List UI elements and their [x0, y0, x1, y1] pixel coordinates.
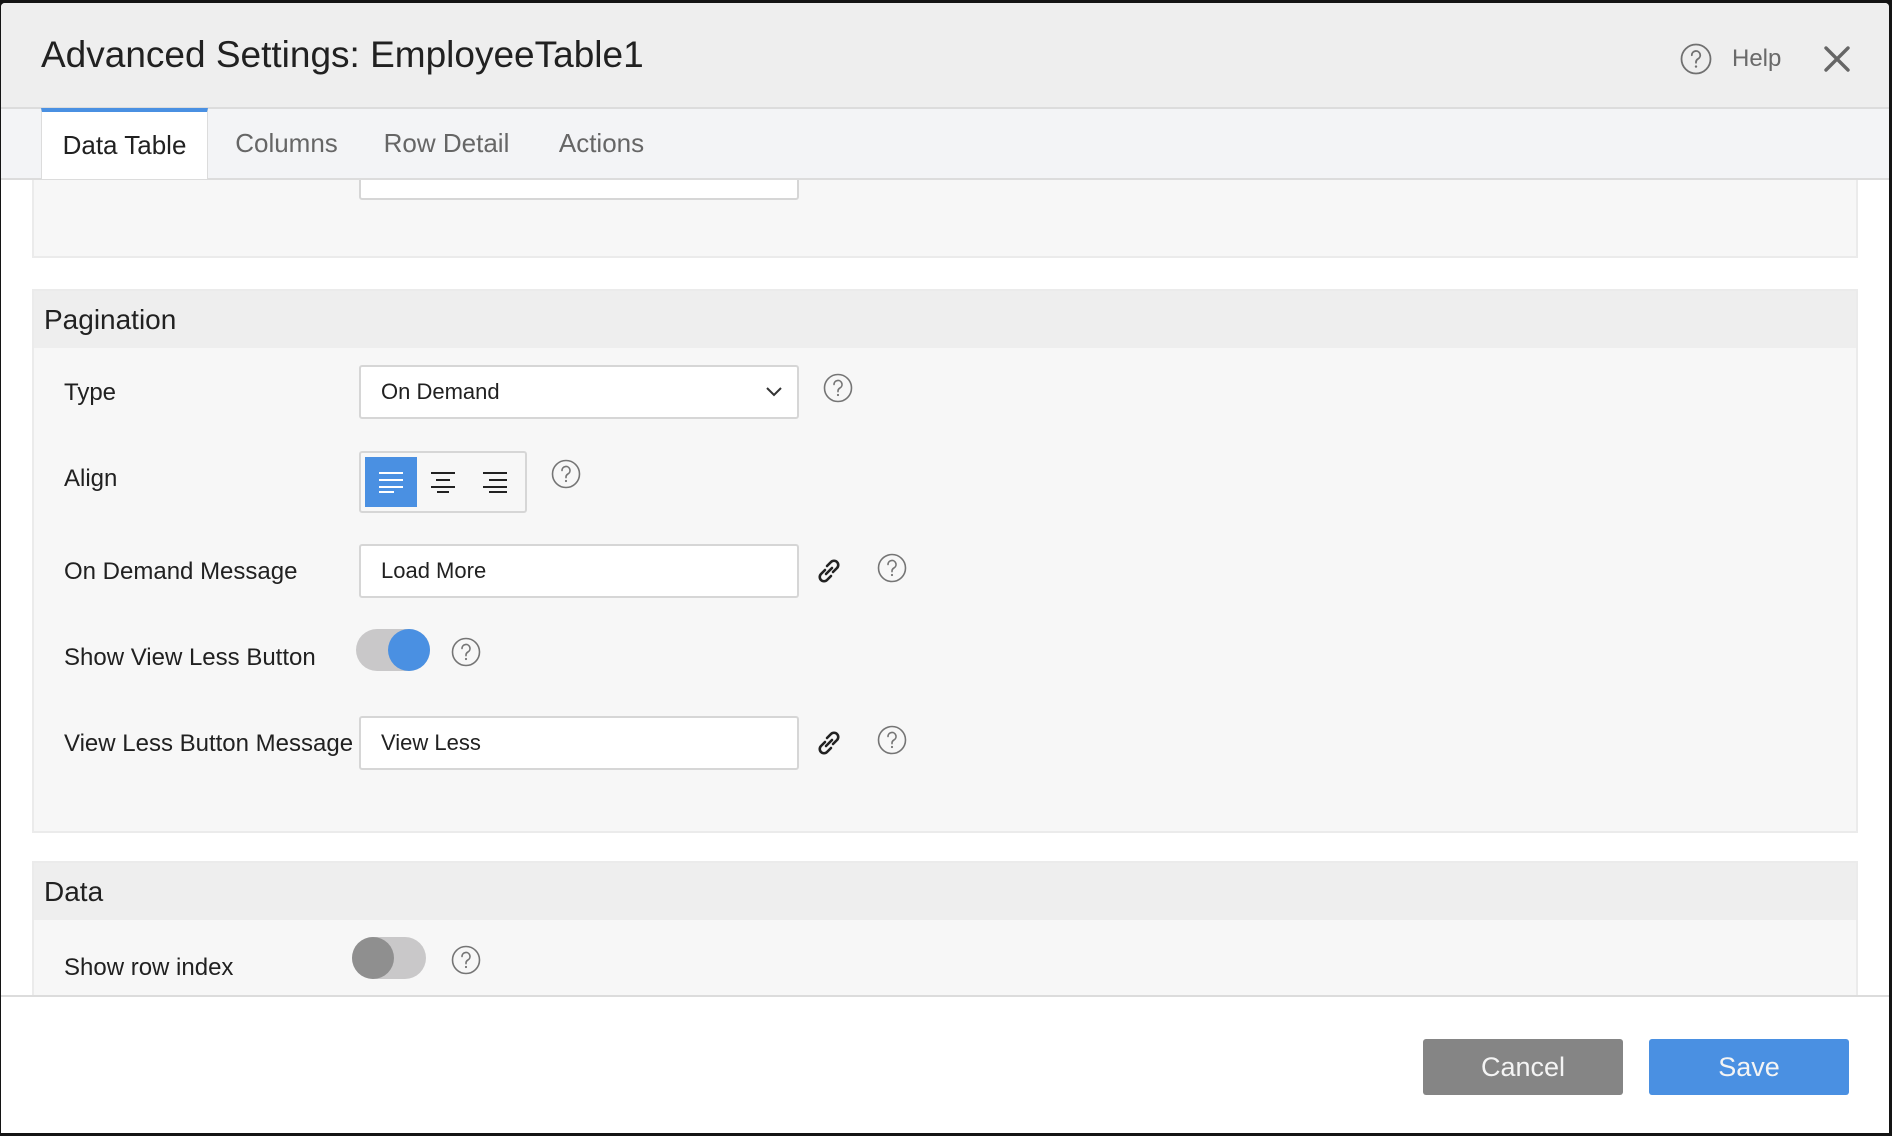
align-center-button[interactable]: [417, 457, 469, 507]
help-button[interactable]: Help: [1680, 39, 1781, 79]
view-less-button-message-label: View Less Button Message: [64, 730, 354, 757]
view-less-message-help-icon[interactable]: [877, 725, 907, 755]
align-label: Align: [64, 465, 118, 492]
toggle-knob: [388, 629, 430, 671]
show-view-less-help-icon[interactable]: [451, 637, 481, 667]
view-less-button-message-value: View Less: [381, 730, 481, 755]
show-row-index-toggle[interactable]: [352, 937, 426, 979]
type-label: Type: [64, 379, 117, 406]
dialog-title: Advanced Settings: EmployeeTable1: [41, 34, 644, 75]
align-right-icon: [483, 472, 507, 493]
toggle-knob: [352, 937, 394, 979]
help-label: Help: [1732, 45, 1782, 72]
pagination-section-title: Pagination: [44, 304, 177, 335]
cancel-button[interactable]: Cancel: [1423, 1039, 1623, 1095]
show-row-index-label: Show row index: [64, 954, 234, 981]
link-icon[interactable]: [815, 729, 843, 757]
data-section: Data Show row index: [32, 861, 1858, 996]
show-view-less-button-label: Show View Less Button: [64, 644, 316, 671]
tab-columns[interactable]: Columns: [219, 109, 354, 178]
pagination-section: Pagination Type On Demand Align On Deman…: [32, 289, 1858, 833]
tab-data-table[interactable]: Data Table: [41, 108, 208, 179]
on-demand-message-help-icon[interactable]: [877, 553, 907, 583]
data-section-title: Data: [44, 876, 104, 907]
link-icon[interactable]: [815, 557, 843, 585]
settings-scroll-area[interactable]: Pagination Type On Demand Align On Deman…: [1, 180, 1889, 996]
show-row-index-help-icon[interactable]: [451, 945, 481, 975]
tab-row-detail[interactable]: Row Detail: [374, 109, 519, 178]
chevron-down-icon: [766, 387, 782, 397]
data-section-header: Data: [34, 863, 1856, 920]
previous-section-panel: [32, 180, 1858, 258]
on-demand-message-input[interactable]: Load More: [359, 544, 799, 598]
tab-bar: Data Table Columns Row Detail Actions: [1, 108, 1889, 180]
dialog-header: Advanced Settings: EmployeeTable1 Help: [1, 3, 1889, 109]
pagination-type-select[interactable]: On Demand: [359, 365, 799, 419]
align-help-icon[interactable]: [551, 459, 581, 489]
align-button-group: [359, 451, 527, 513]
align-left-icon: [379, 472, 403, 493]
view-less-button-message-input[interactable]: View Less: [359, 716, 799, 770]
tab-actions[interactable]: Actions: [544, 109, 659, 178]
align-right-button[interactable]: [469, 457, 521, 507]
close-icon: [1824, 46, 1850, 72]
on-demand-message-label: On Demand Message: [64, 558, 298, 585]
dialog-footer: Cancel Save: [1, 995, 1889, 1133]
advanced-settings-dialog: Advanced Settings: EmployeeTable1 Help D…: [1, 3, 1889, 1133]
save-button[interactable]: Save: [1649, 1039, 1849, 1095]
pagination-type-value: On Demand: [381, 379, 500, 404]
on-demand-message-value: Load More: [381, 558, 487, 583]
question-circle-icon: [1680, 43, 1712, 75]
align-center-icon: [431, 472, 455, 493]
type-help-icon[interactable]: [823, 373, 853, 403]
pagination-section-header: Pagination: [34, 291, 1856, 348]
align-left-button[interactable]: [365, 457, 417, 507]
show-view-less-button-toggle[interactable]: [356, 629, 430, 671]
close-button[interactable]: [1819, 41, 1855, 77]
previous-section-input[interactable]: [359, 180, 799, 200]
